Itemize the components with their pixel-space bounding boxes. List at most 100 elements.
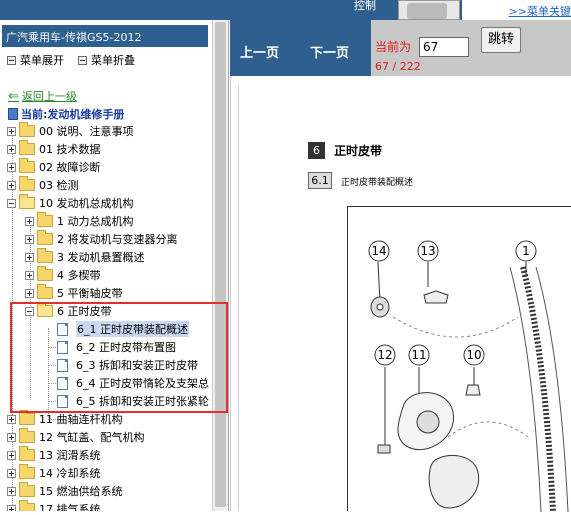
- banner-link-area: >>菜单关键: [462, 0, 571, 20]
- previous-page-button[interactable]: 上一页: [240, 42, 279, 61]
- svg-text:11: 11: [411, 348, 426, 362]
- folder-icon: [19, 428, 35, 443]
- folder-icon: [19, 122, 35, 137]
- tree-node-label: 3 发动机悬置概述: [57, 251, 145, 264]
- collapse-menu-button[interactable]: 菜单折叠: [78, 53, 135, 67]
- svg-text:14: 14: [371, 244, 386, 258]
- next-page-button[interactable]: 下一页: [310, 42, 349, 61]
- timing-belt-diagram: 14 13 1 12 11 10: [347, 206, 571, 513]
- collapse-icon[interactable]: [7, 198, 16, 208]
- tree-node-label: 02 故障诊断: [39, 161, 101, 174]
- expand-icon[interactable]: [7, 414, 16, 424]
- tree-node-label: 1 动力总成机构: [57, 215, 134, 228]
- folder-icon: [19, 482, 35, 497]
- tree-node-label: 15 燃油供给系统: [39, 485, 123, 498]
- folder-icon: [19, 158, 35, 173]
- expand-icon[interactable]: [25, 234, 34, 244]
- expand-icon[interactable]: [25, 288, 34, 298]
- page-number-input[interactable]: [419, 37, 469, 57]
- top-banner: 控制 >>菜单关键: [0, 0, 571, 20]
- tree-node[interactable]: 03 检测: [7, 176, 79, 194]
- scrollbar-thumb[interactable]: [215, 22, 226, 507]
- svg-text:10: 10: [466, 348, 481, 362]
- folder-icon: [37, 212, 53, 227]
- expand-icon[interactable]: [25, 216, 34, 226]
- vertical-scrollbar[interactable]: [212, 20, 228, 511]
- tree-node[interactable]: 2 将发动机与变速器分离: [25, 230, 178, 248]
- expand-icon[interactable]: [25, 252, 34, 262]
- page-margin-line: [238, 86, 239, 511]
- diagram-svg: 14 13 1 12 11 10: [368, 240, 569, 513]
- back-link[interactable]: ⇐ 返回上一级: [8, 88, 77, 104]
- folder-open-icon: [19, 194, 35, 209]
- tree-node[interactable]: 4 多楔带: [25, 266, 101, 284]
- menu-icon: [78, 55, 87, 65]
- tree-node[interactable]: 15 燃油供给系统: [7, 482, 123, 500]
- tree-node-label: 11 曲轴连杆机构: [39, 413, 123, 426]
- left-panel: 广汽乘用车-传祺GS5-2012 菜单展开 菜单折叠 ⇐ 返回上一级 当前:发动…: [0, 20, 229, 511]
- callout-14: 14: [368, 240, 390, 262]
- back-label: 返回上一级: [21, 90, 77, 103]
- tree-node[interactable]: 02 故障诊断: [7, 158, 101, 176]
- back-arrow-icon: ⇐: [8, 88, 19, 104]
- folder-icon: [37, 248, 53, 263]
- section-title: 正时皮带: [334, 144, 383, 158]
- tree-node-label: 00 说明、注意事项: [39, 125, 134, 138]
- folder-icon: [19, 500, 35, 511]
- highlight-box: [10, 302, 228, 413]
- banner-control-text: 控制: [354, 0, 376, 12]
- book-icon: [8, 108, 18, 120]
- expand-menu-button[interactable]: 菜单展开: [7, 53, 64, 67]
- tree-node-label: 5 平衡轴皮带: [57, 287, 123, 300]
- tree-node[interactable]: 10 发动机总成机构: [7, 194, 134, 212]
- tree-node-label: 4 多楔带: [57, 269, 101, 282]
- tree-node-label: 2 将发动机与变速器分离: [57, 233, 178, 246]
- callout-10: 10: [463, 344, 485, 366]
- folder-icon: [19, 464, 35, 479]
- expand-icon[interactable]: [7, 504, 16, 511]
- tree-node-label: 03 检测: [39, 179, 79, 192]
- tree-node[interactable]: 17 排气系统: [7, 500, 101, 511]
- expand-icon[interactable]: [7, 432, 16, 442]
- banner-robot-image: [398, 0, 460, 20]
- expand-menu-label: 菜单展开: [20, 54, 64, 67]
- expand-icon[interactable]: [7, 468, 16, 478]
- expand-icon[interactable]: [7, 450, 16, 460]
- callout-12: 12: [374, 344, 396, 366]
- svg-text:13: 13: [420, 244, 435, 258]
- tree-node-label: 10 发动机总成机构: [39, 197, 134, 210]
- tree-node[interactable]: 3 发动机悬置概述: [25, 248, 145, 266]
- folder-icon: [37, 230, 53, 245]
- tree-node[interactable]: 13 润滑系统: [7, 446, 101, 464]
- current-location: 当前:发动机维修手册: [8, 106, 124, 122]
- tree-node-label: 14 冷却系统: [39, 467, 101, 480]
- tree-node-label: 13 润滑系统: [39, 449, 101, 462]
- current-page-label: 当前为: [375, 40, 412, 54]
- tree-node[interactable]: 14 冷却系统: [7, 464, 101, 482]
- menu-keyword-link[interactable]: >>菜单关键: [509, 3, 571, 19]
- tree-node[interactable]: 12 气缸盖、配气机构: [7, 428, 145, 446]
- collapse-menu-label: 菜单折叠: [91, 54, 135, 67]
- page-navigator: 当前为 跳转 67 / 222: [371, 20, 571, 76]
- tree-node[interactable]: 5 平衡轴皮带: [25, 284, 123, 302]
- expand-icon[interactable]: [7, 126, 16, 136]
- folder-icon: [37, 266, 53, 281]
- page-count: 67 / 222: [375, 60, 421, 73]
- tree-node[interactable]: 1 动力总成机构: [25, 212, 134, 230]
- expand-icon[interactable]: [7, 144, 16, 154]
- svg-text:12: 12: [377, 348, 392, 362]
- folder-icon: [19, 140, 35, 155]
- tree-node[interactable]: 00 说明、注意事项: [7, 122, 134, 140]
- expand-icon[interactable]: [7, 486, 16, 496]
- subsection-number: 6.1: [308, 172, 332, 189]
- tree-node[interactable]: 01 技术数据: [7, 140, 101, 158]
- goto-button[interactable]: 跳转: [481, 27, 521, 53]
- folder-icon: [19, 446, 35, 461]
- expand-icon[interactable]: [7, 180, 16, 190]
- expand-icon[interactable]: [7, 162, 16, 172]
- folder-icon: [19, 410, 35, 425]
- section-number: 6: [308, 142, 325, 159]
- callout-11: 11: [408, 344, 430, 366]
- expand-icon[interactable]: [25, 270, 34, 280]
- subsection-title: 正时皮带装配概述: [341, 178, 414, 188]
